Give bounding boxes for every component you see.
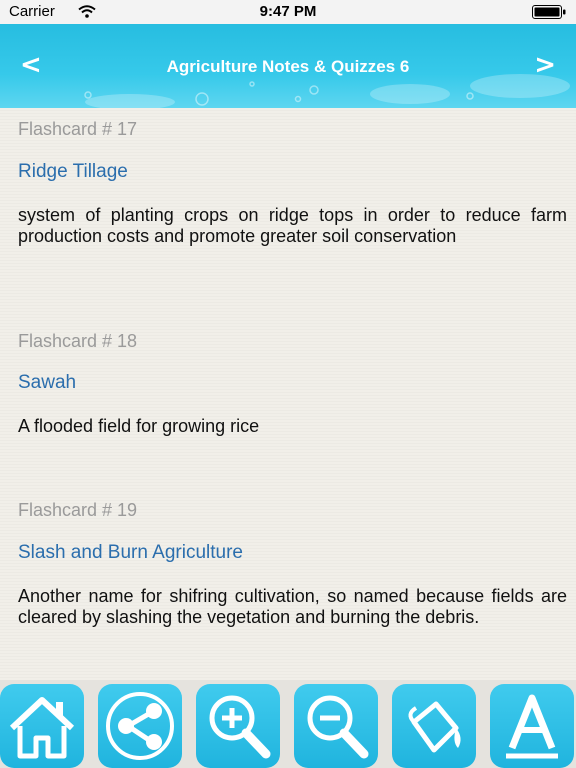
header-bar: < Agriculture Notes & Quizzes 6 > [0, 24, 576, 108]
paint-bucket-icon [408, 701, 461, 753]
share-button[interactable] [98, 684, 182, 768]
share-icon [106, 692, 174, 760]
home-button[interactable] [0, 684, 84, 768]
flashcard-definition: A flooded field for growing rice [18, 416, 260, 436]
forward-arrow-icon[interactable]: > [534, 50, 556, 80]
flashcard-term: Slash and Burn Agriculture [18, 542, 243, 563]
bottom-toolbar [0, 680, 576, 768]
zoom-in-icon [209, 695, 271, 759]
flashcard-definition: system of planting crops on ridge tops i… [18, 205, 567, 246]
flashcard-number: Flashcard # 18 [18, 331, 138, 351]
font-icon [506, 694, 558, 759]
home-icon [9, 697, 75, 759]
battery-icon [532, 5, 566, 19]
flashcard-term: Sawah [18, 372, 77, 393]
font-size-button[interactable] [490, 684, 574, 768]
page-title: Agriculture Notes & Quizzes 6 [166, 57, 410, 76]
flashcard-list[interactable]: Flashcard # 17 Ridge Tillage system of p… [0, 108, 576, 680]
status-bar: Carrier 9:47 PM [0, 0, 576, 24]
zoom-out-button[interactable] [294, 684, 378, 768]
theme-color-button[interactable] [392, 684, 476, 768]
flashcard-number: Flashcard # 19 [18, 500, 138, 520]
flashcard-number: Flashcard # 17 [18, 119, 138, 139]
flashcard-definition: Another name for shifring cultivation, s… [18, 586, 567, 627]
zoom-in-button[interactable] [196, 684, 280, 768]
status-time: 9:47 PM [259, 3, 317, 20]
zoom-out-icon [307, 695, 369, 759]
flashcard-term: Ridge Tillage [18, 161, 128, 182]
